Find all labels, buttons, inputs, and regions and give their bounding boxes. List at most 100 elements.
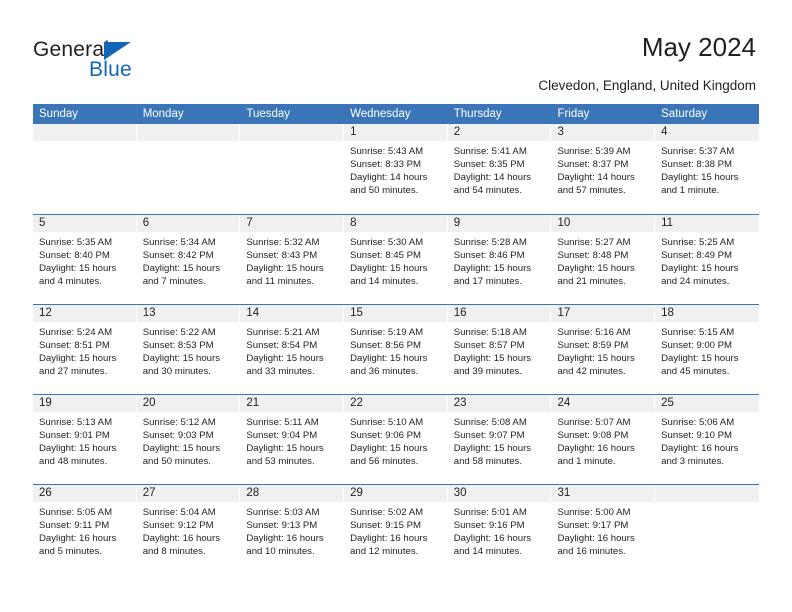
calendar-page: General Blue May 2024 Clevedon, England,… [0, 0, 792, 612]
day-detail-line: Sunrise: 5:01 AM [453, 507, 527, 518]
calendar-day-cell[interactable]: 28 Sunrise: 5:03 AM Sunset: 9:13 PM Dayligh… [240, 485, 345, 574]
day-detail-line: Daylight: 16 hours [557, 443, 635, 455]
day-detail-line: and 56 minutes. [350, 456, 419, 468]
calendar-day-cell[interactable]: 26 Sunrise: 5:05 AM Sunset: 9:11 PM Dayligh… [33, 485, 137, 574]
day-detail-line: and 14 minutes. [350, 276, 419, 288]
calendar-day-cell[interactable]: 7 Sunrise: 5:32 AM Sunset: 8:43 PM Daylight… [240, 215, 345, 304]
calendar-day-cell[interactable]: 17 Sunrise: 5:16 AM Sunset: 8:59 PM Dayligh… [551, 305, 656, 394]
calendar-day-cell[interactable]: 12 Sunrise: 5:24 AM Sunset: 8:51 PM Dayligh… [33, 305, 137, 394]
day-number: 22 [344, 395, 447, 412]
day-number: 17 [551, 305, 655, 322]
calendar-day-cell[interactable]: 31 Sunrise: 5:00 AM Sunset: 9:17 PM Dayligh… [551, 485, 656, 574]
page-header: General Blue May 2024 Clevedon, England,… [0, 0, 792, 104]
day-number: 7 [240, 215, 344, 232]
calendar-day-cell[interactable]: 25 Sunrise: 5:06 AM Sunset: 9:10 PM Dayligh… [655, 395, 759, 484]
calendar-day-cell[interactable]: 10 Sunrise: 5:27 AM Sunset: 8:48 PM Dayligh… [551, 215, 656, 304]
day-detail-line: Sunrise: 5:25 AM [661, 237, 735, 248]
calendar-day-cell[interactable]: 22 Sunrise: 5:10 AM Sunset: 9:06 PM Dayligh… [344, 395, 448, 484]
day-detail-line: Sunset: 8:46 PM [453, 250, 525, 262]
day-details: Sunrise: 5:01 AM Sunset: 9:16 PM Daylight:… [448, 502, 551, 558]
day-number: 10 [551, 215, 655, 232]
day-detail-line: Sunset: 9:07 PM [453, 430, 525, 442]
brand-name-blue: Blue [89, 58, 132, 81]
calendar-day-cell[interactable]: 18 Sunrise: 5:15 AM Sunset: 9:00 PM Dayligh… [655, 305, 759, 394]
day-number [655, 485, 759, 502]
day-detail-line: Sunset: 8:56 PM [350, 340, 421, 352]
day-details: Sunrise: 5:04 AM Sunset: 9:12 PM Daylight:… [137, 502, 240, 558]
calendar-day-cell[interactable]: 14 Sunrise: 5:21 AM Sunset: 8:54 PM Dayligh… [240, 305, 345, 394]
calendar-day-cell[interactable]: 6 Sunrise: 5:34 AM Sunset: 8:42 PM Daylight… [136, 215, 241, 304]
calendar-day-cell[interactable]: 5 Sunrise: 5:35 AM Sunset: 8:40 PM Daylight… [33, 215, 137, 304]
day-detail-line: and 11 minutes. [246, 276, 314, 288]
day-detail-line: Sunrise: 5:34 AM [142, 237, 216, 248]
day-detail-line: Sunrise: 5:18 AM [453, 327, 527, 338]
day-details: Sunrise: 5:41 AM Sunset: 8:35 PM Daylight:… [448, 141, 551, 197]
day-detail-line: and 27 minutes. [39, 366, 108, 378]
calendar-day-cell[interactable]: 13 Sunrise: 5:22 AM Sunset: 8:53 PM Dayligh… [136, 305, 241, 394]
calendar-day-cell-empty [136, 124, 241, 213]
day-detail-line: Daylight: 15 hours [350, 353, 428, 365]
day-details [33, 141, 136, 145]
day-detail-line: Sunset: 8:49 PM [661, 250, 733, 262]
day-details [136, 141, 240, 145]
day-detail-line: Sunrise: 5:00 AM [557, 507, 631, 518]
day-details: Sunrise: 5:39 AM Sunset: 8:37 PM Daylight:… [551, 141, 654, 197]
brand-logo[interactable]: General Blue [33, 38, 233, 84]
calendar-week-row: 19 Sunrise: 5:13 AM Sunset: 9:01 PM Dayligh… [33, 394, 759, 484]
calendar-day-cell[interactable]: 8 Sunrise: 5:30 AM Sunset: 8:45 PM Daylight… [344, 215, 448, 304]
day-details: Sunrise: 5:35 AM Sunset: 8:40 PM Daylight:… [33, 232, 136, 288]
day-number [240, 124, 344, 141]
calendar-day-cell[interactable]: 20 Sunrise: 5:12 AM Sunset: 9:03 PM Dayligh… [136, 395, 241, 484]
weekday-header-monday: Monday [136, 104, 241, 124]
day-detail-line: Sunset: 9:13 PM [246, 520, 318, 532]
calendar-day-cell-empty [240, 124, 345, 213]
day-detail-line: Daylight: 15 hours [39, 443, 117, 455]
day-detail-line: and 58 minutes. [453, 456, 523, 468]
day-number: 14 [240, 305, 344, 322]
day-number: 30 [447, 485, 551, 502]
day-number [136, 124, 240, 141]
day-detail-line: Daylight: 15 hours [246, 263, 324, 275]
calendar-day-cell[interactable]: 15 Sunrise: 5:19 AM Sunset: 8:56 PM Dayligh… [344, 305, 448, 394]
calendar-day-cell[interactable]: 2 Sunrise: 5:41 AM Sunset: 8:35 PM Daylight… [447, 124, 552, 213]
day-detail-line: Sunset: 8:42 PM [142, 250, 214, 262]
day-detail-line: Daylight: 15 hours [39, 353, 117, 365]
day-detail-line: Daylight: 15 hours [350, 263, 428, 275]
calendar-day-cell[interactable]: 30 Sunrise: 5:01 AM Sunset: 9:16 PM Dayligh… [447, 485, 552, 574]
day-detail-line: and 50 minutes. [142, 456, 211, 468]
day-detail-line: Daylight: 15 hours [142, 353, 221, 365]
day-number: 2 [447, 124, 551, 141]
calendar-day-cell[interactable]: 19 Sunrise: 5:13 AM Sunset: 9:01 PM Dayligh… [33, 395, 137, 484]
day-details: Sunrise: 5:28 AM Sunset: 8:46 PM Daylight:… [448, 232, 551, 288]
day-detail-line: Sunset: 8:59 PM [557, 340, 629, 352]
day-detail-line: and 14 minutes. [453, 546, 523, 558]
weekday-header-friday: Friday [551, 104, 656, 124]
day-detail-line: Sunset: 9:04 PM [246, 430, 318, 442]
day-detail-line: and 30 minutes. [142, 366, 211, 378]
day-detail-line: Daylight: 14 hours [557, 172, 635, 184]
day-detail-line: Sunset: 9:10 PM [661, 430, 733, 442]
calendar-day-cell[interactable]: 23 Sunrise: 5:08 AM Sunset: 9:07 PM Dayligh… [447, 395, 552, 484]
day-detail-line: Sunrise: 5:39 AM [557, 146, 631, 157]
calendar-day-cell[interactable]: 29 Sunrise: 5:02 AM Sunset: 9:15 PM Dayligh… [344, 485, 448, 574]
calendar-day-cell[interactable]: 3 Sunrise: 5:39 AM Sunset: 8:37 PM Daylight… [551, 124, 656, 213]
day-number: 15 [344, 305, 447, 322]
calendar-week-row: 1 Sunrise: 5:43 AM Sunset: 8:33 PM Daylight… [33, 124, 759, 214]
day-detail-line: Sunset: 8:35 PM [453, 159, 525, 171]
calendar-day-cell[interactable]: 9 Sunrise: 5:28 AM Sunset: 8:46 PM Daylight… [447, 215, 552, 304]
day-detail-line: Daylight: 16 hours [453, 533, 532, 545]
day-details: Sunrise: 5:32 AM Sunset: 8:43 PM Daylight:… [240, 232, 343, 288]
day-details: Sunrise: 5:10 AM Sunset: 9:06 PM Daylight:… [344, 412, 447, 468]
day-detail-line: and 45 minutes. [661, 366, 730, 378]
calendar-day-cell[interactable]: 16 Sunrise: 5:18 AM Sunset: 8:57 PM Dayligh… [447, 305, 552, 394]
calendar-day-cell[interactable]: 1 Sunrise: 5:43 AM Sunset: 8:33 PM Daylight… [344, 124, 448, 213]
day-detail-line: Sunset: 8:54 PM [246, 340, 318, 352]
calendar-day-cell[interactable]: 21 Sunrise: 5:11 AM Sunset: 9:04 PM Dayligh… [240, 395, 345, 484]
day-detail-line: Sunrise: 5:22 AM [142, 327, 216, 338]
calendar-day-cell[interactable]: 24 Sunrise: 5:07 AM Sunset: 9:08 PM Dayligh… [551, 395, 656, 484]
day-detail-line: Sunrise: 5:08 AM [453, 417, 527, 428]
calendar-day-cell[interactable]: 27 Sunrise: 5:04 AM Sunset: 9:12 PM Dayligh… [136, 485, 241, 574]
day-detail-line: Sunrise: 5:41 AM [453, 146, 527, 157]
calendar-day-cell[interactable]: 11 Sunrise: 5:25 AM Sunset: 8:49 PM Dayligh… [655, 215, 759, 304]
calendar-day-cell[interactable]: 4 Sunrise: 5:37 AM Sunset: 8:38 PM Daylight… [655, 124, 759, 213]
